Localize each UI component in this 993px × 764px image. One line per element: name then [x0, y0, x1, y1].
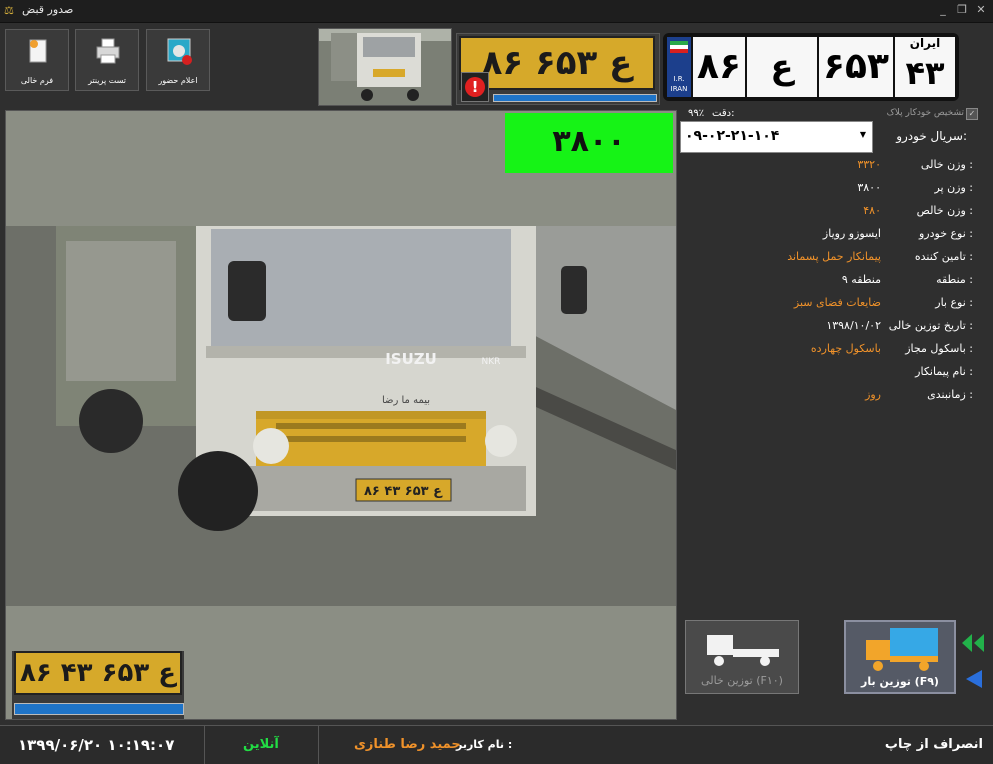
detail-value: ۱۳۹۸/۱۰/۰۲	[826, 319, 881, 332]
weight-display: ۳۸۰۰	[505, 113, 673, 173]
weigh-empty-label: توزین خالی (F۱۰)	[701, 674, 783, 687]
weigh-loaded-label: توزین بار (F۹)	[861, 675, 939, 688]
plate-iran-text: IRAN	[670, 85, 688, 93]
detail-value: ۳۸۰۰	[857, 181, 881, 194]
truck-thumbnail	[318, 28, 452, 106]
printer-test-label: تست پرینتر	[88, 76, 126, 85]
detail-label: وزن پر :	[934, 181, 973, 194]
detail-row: منطقه : منطقه ۹	[663, 273, 973, 293]
detail-value: باسکول چهارده	[810, 342, 881, 355]
printer-icon	[96, 38, 120, 64]
weigh-empty-button[interactable]: توزین خالی (F۱۰)	[685, 620, 799, 694]
detail-row: نوع بار : ضایعات فضای سبز	[663, 296, 973, 316]
detail-value: روز	[865, 388, 881, 401]
license-plate: I.R. IRAN ۸۶ ع ۶۵۳ ایران ۴۳	[663, 33, 959, 101]
detail-label: وزن خالی :	[920, 158, 973, 171]
exclamation-icon: !	[465, 77, 485, 97]
detail-row: تامین کننده : پیمانکار حمل پسماند	[663, 250, 973, 270]
truck-door-text: بیمه ما رضا	[382, 395, 430, 406]
detail-label: منطقه :	[936, 273, 973, 286]
cancel-print-button[interactable]: انصراف از چاپ	[885, 732, 983, 758]
double-arrow-left-svg	[962, 634, 984, 652]
arrow-left-svg	[966, 670, 982, 688]
auto-detect-row: ✓ تشخیص خودکار پلاک	[858, 108, 978, 122]
minimize-icon[interactable]: _	[936, 3, 950, 17]
detail-label: نوع خودرو :	[918, 227, 973, 240]
camera-image: ۸۶ ع ۶۵۳ ۴۳ ISUZU NKR بیمه ما رضا	[6, 111, 676, 719]
scale-icon: ⚖	[4, 4, 14, 17]
plate-region-box: ایران ۴۳	[895, 37, 955, 97]
detail-label: نام پیمانکار :	[915, 365, 973, 378]
status-bar: انصراف از چاپ نام کاربر : حمید رضا طنازی…	[0, 725, 993, 764]
user-label: نام کاربر :	[456, 738, 513, 751]
truck-thumbnail-image	[319, 29, 451, 105]
accuracy-value: ۹۹٪	[688, 108, 705, 119]
weigh-loaded-button[interactable]: توزین بار (F۹)	[844, 620, 956, 694]
truck-plate-text: ۸۶ ع ۶۵۳ ۴۳	[364, 484, 443, 499]
arrow-left-icon[interactable]	[960, 668, 986, 690]
detail-label: تامین کننده :	[914, 250, 973, 263]
detail-label: نوع بار :	[935, 296, 973, 309]
truck-model: NKR	[482, 357, 501, 367]
serial-label: سریال خودرو:	[896, 129, 967, 143]
document-icon	[29, 39, 47, 63]
blank-form-label: فرم خالی	[20, 76, 54, 85]
alert-badge: !	[461, 72, 489, 102]
detail-row: باسکول مجاز : باسکول چهارده	[663, 342, 973, 362]
chevron-down-icon: ▼	[859, 130, 866, 139]
serial-dropdown[interactable]: ۰۹-۰۲-۲۱-۱۰۴ ▼	[680, 121, 873, 153]
detail-label: وزن خالص :	[916, 204, 973, 217]
user-name: حمید رضا طنازی	[354, 737, 461, 752]
title-bar: ⚖ صدور قبض _ ❐ ✕	[0, 0, 993, 23]
plate-ir-text: I.R.	[673, 75, 685, 83]
bottom-plate-crop-panel: ۸۶ ع ۶۵۳ ۴۳	[12, 651, 184, 719]
plate-progress-bar	[493, 94, 657, 102]
empty-truck-icon	[707, 635, 779, 666]
window-title: صدور قبض	[22, 3, 74, 16]
detail-value: ضایعات فضای سبز	[793, 296, 881, 309]
detail-label: زمانبندی :	[927, 388, 973, 401]
detail-row: نوع خودرو : ایسوزو رویاز	[663, 227, 973, 247]
plate-serial: ۶۵۳	[819, 37, 893, 97]
blank-form-button[interactable]: فرم خالی	[5, 29, 69, 91]
serial-value: ۰۹-۰۲-۲۱-۱۰۴	[685, 128, 780, 144]
bottom-plate-crop-image: ۸۶ ع ۶۵۳ ۴۳	[14, 651, 182, 695]
plate-crop-panel: ۸۶ ع ۶۵۳ ۴۳ !	[456, 33, 660, 105]
detail-value: منطقه ۹	[841, 273, 881, 286]
close-icon[interactable]: ✕	[974, 3, 988, 17]
detail-label: باسکول مجاز :	[905, 342, 973, 355]
loaded-truck-icon	[866, 628, 938, 671]
detail-row: زمانبندی : روز	[663, 388, 973, 408]
attendance-label: اعلام حضور	[158, 76, 198, 85]
camera-view: ۸۶ ع ۶۵۳ ۴۳ ISUZU NKR بیمه ما رضا ۸۶ ع ۶…	[5, 110, 677, 720]
plate-letter: ع	[747, 37, 817, 97]
plate-region: ۴۳	[905, 54, 945, 92]
detail-value: پیمانکار حمل پسماند	[787, 250, 881, 263]
detail-label: تاریخ توزین خالی :	[888, 319, 973, 332]
auto-detect-checkbox[interactable]: ✓	[966, 108, 978, 120]
datetime: ۱۳۹۹/۰۶/۲۰ ۱۰:۱۹:۰۷	[18, 736, 175, 754]
detail-row: تاریخ توزین خالی : ۱۳۹۸/۱۰/۰۲	[663, 319, 973, 339]
iran-flag: I.R. IRAN	[667, 37, 691, 97]
auto-detect-label: تشخیص خودکار پلاک	[886, 108, 964, 118]
plate-number: ۸۶	[693, 37, 745, 97]
attendance-button[interactable]: اعلام حضور	[146, 29, 210, 91]
attendance-icon	[167, 38, 192, 65]
detail-row: وزن خالی : ۳۳۲۰	[663, 158, 973, 178]
bottom-plate-progress-bar	[14, 703, 184, 715]
plate-country: ایران	[909, 36, 941, 50]
printer-test-button[interactable]: تست پرینتر	[75, 29, 139, 91]
online-status: آنلاین	[243, 737, 279, 752]
restore-icon[interactable]: ❐	[955, 3, 969, 17]
accuracy-label: دقت:	[712, 108, 735, 119]
detail-value: ۴۸۰	[863, 204, 881, 217]
detail-value: ایسوزو رویاز	[822, 227, 881, 240]
detail-row: وزن خالص : ۴۸۰	[663, 204, 973, 224]
detail-row: وزن پر : ۳۸۰۰	[663, 181, 973, 201]
double-arrow-left-icon[interactable]	[960, 632, 986, 654]
detail-row: نام پیمانکار :	[663, 365, 973, 385]
detail-value: ۳۳۲۰	[857, 158, 881, 171]
truck-brand: ISUZU	[385, 350, 437, 368]
